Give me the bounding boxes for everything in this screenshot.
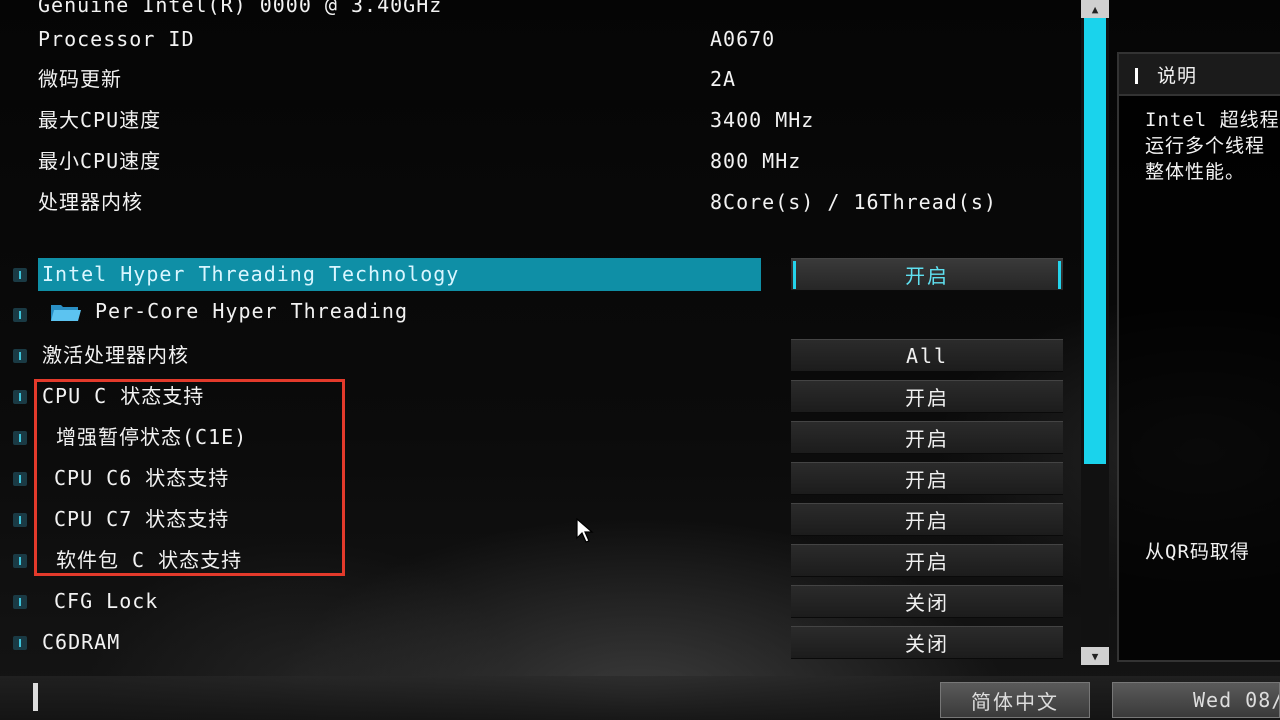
setting-label-c6dram[interactable]: C6DRAM xyxy=(42,630,120,654)
info-value-cores: 8Core(s) / 16Thread(s) xyxy=(710,190,997,214)
row-bullet-icon xyxy=(13,390,27,404)
description-header: 说明 xyxy=(1119,54,1280,96)
info-label-microcode: 微码更新 xyxy=(38,67,122,91)
mouse-cursor-icon xyxy=(576,518,594,543)
description-line: 整体性能。 xyxy=(1145,161,1246,183)
row-bullet-icon xyxy=(13,554,27,568)
setting-label-cfg-lock[interactable]: CFG Lock xyxy=(54,589,158,613)
info-label-min-cpu-speed: 最小CPU速度 xyxy=(38,149,162,173)
info-label-max-cpu-speed: 最大CPU速度 xyxy=(38,108,162,132)
folder-icon xyxy=(51,305,81,321)
info-value-min-cpu-speed: 800 MHz xyxy=(710,149,802,173)
qr-code-text: 从QR码取得 xyxy=(1145,541,1250,563)
row-bullet-icon xyxy=(13,472,27,486)
setting-value-c7[interactable]: 开启 xyxy=(791,503,1063,536)
setting-label-active-cores[interactable]: 激活处理器内核 xyxy=(42,343,189,367)
row-bullet-icon xyxy=(13,595,27,609)
scroll-down-icon[interactable]: ▼ xyxy=(1081,647,1109,665)
info-label-cores: 处理器内核 xyxy=(38,190,143,214)
row-bullet-icon xyxy=(13,513,27,527)
description-line: Intel 超线程 xyxy=(1145,109,1280,131)
setting-value-cpu-c-state[interactable]: 开启 xyxy=(791,380,1063,413)
setting-value-cfg-lock[interactable]: 关闭 xyxy=(791,585,1063,618)
setting-value-hyper-threading[interactable]: 开启 xyxy=(791,258,1063,291)
language-button[interactable]: 简体中文 xyxy=(940,682,1090,718)
description-panel: 说明 Intel 超线程 运行多个线程 整体性能。 从QR码取得 xyxy=(1117,52,1280,662)
info-value-processor-id: A0670 xyxy=(710,27,776,51)
date-display: Wed 08/ xyxy=(1112,682,1280,718)
setting-value-c6[interactable]: 开启 xyxy=(791,462,1063,495)
row-bullet-icon xyxy=(13,636,27,650)
row-bullet-icon xyxy=(13,431,27,445)
row-bullet-icon xyxy=(13,308,27,322)
setting-value-active-cores[interactable]: All xyxy=(791,339,1063,372)
info-value-max-cpu-speed: 3400 MHz xyxy=(710,108,815,132)
info-value-microcode: 2A xyxy=(710,67,737,91)
scrollbar-thumb[interactable] xyxy=(1084,18,1106,464)
cpu-name: Genuine Intel(R) 0000 @ 3.40GHz xyxy=(38,0,443,17)
setting-label-per-core-ht[interactable]: Per-Core Hyper Threading xyxy=(95,299,408,323)
setting-label-hyper-threading: Intel Hyper Threading Technology xyxy=(42,262,460,286)
scroll-up-icon[interactable]: ▲ xyxy=(1081,0,1109,18)
setting-value-package-c-state[interactable]: 开启 xyxy=(791,544,1063,577)
description-line: 运行多个线程 xyxy=(1145,135,1266,157)
info-label-processor-id: Processor ID xyxy=(38,27,195,51)
row-bullet-icon xyxy=(13,349,27,363)
header-bar-icon xyxy=(1135,68,1138,84)
bottom-indicator xyxy=(33,683,38,711)
description-title: 说明 xyxy=(1157,65,1198,87)
setting-value-c1e[interactable]: 开启 xyxy=(791,421,1063,454)
setting-value-c6dram[interactable]: 关闭 xyxy=(791,626,1063,659)
highlight-box xyxy=(34,379,345,576)
row-bullet-icon xyxy=(13,268,27,282)
